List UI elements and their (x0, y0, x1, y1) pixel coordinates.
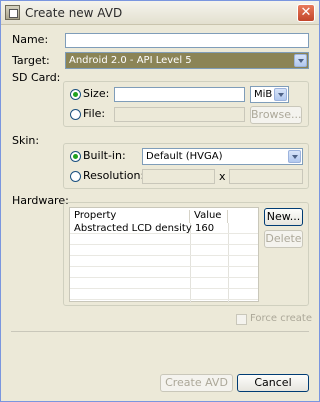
table-row (70, 256, 258, 267)
resolution-separator: x (219, 170, 226, 183)
hardware-table: Property Value Abstracted LCD density 16… (69, 207, 259, 303)
hardware-label: Hardware: (12, 194, 69, 207)
title-bar[interactable]: Create new AVD ✕ (1, 1, 319, 25)
table-row (70, 234, 258, 245)
window-title: Create new AVD (25, 6, 123, 20)
builtin-label: Built-in: (83, 149, 126, 162)
builtin-skin-value: Default (HVGA) (146, 151, 223, 162)
close-button[interactable]: ✕ (297, 4, 315, 22)
chevron-down-icon[interactable] (294, 54, 307, 67)
target-value: Android 2.0 - API Level 5 (69, 55, 192, 66)
row-property: Abstracted LCD density (74, 223, 192, 234)
close-icon: ✕ (300, 5, 312, 20)
file-label: File: (83, 107, 106, 120)
force-create-label: Force create (250, 313, 312, 324)
delete-hardware-button[interactable]: Delete (264, 230, 303, 248)
table-row[interactable]: Abstracted LCD density 160 (70, 223, 258, 234)
name-input[interactable] (65, 33, 309, 48)
create-avd-dialog: Create new AVD ✕ Name: Target: Android 2… (0, 0, 320, 402)
table-row (70, 245, 258, 256)
resolution-radio[interactable] (70, 171, 81, 182)
file-radio[interactable] (70, 109, 81, 120)
sdcard-label: SD Card: (12, 71, 61, 84)
resolution-label: Resolution: (83, 169, 145, 182)
size-unit-value: MiB (254, 89, 273, 100)
size-input[interactable] (114, 87, 245, 102)
target-select[interactable]: Android 2.0 - API Level 5 (65, 52, 309, 69)
table-row (70, 278, 258, 289)
builtin-radio[interactable] (70, 151, 81, 162)
name-label: Name: (12, 33, 49, 46)
cancel-button[interactable]: Cancel (237, 374, 309, 392)
window-icon (5, 5, 20, 20)
resolution-height-input[interactable] (229, 169, 303, 184)
skin-label: Skin: (12, 134, 40, 147)
size-radio[interactable] (70, 89, 81, 100)
force-create-checkbox[interactable] (236, 314, 247, 325)
resolution-width-input[interactable] (142, 169, 215, 184)
create-avd-button[interactable]: Create AVD (160, 374, 233, 392)
chevron-down-icon[interactable] (274, 88, 287, 101)
column-header-property[interactable]: Property (70, 210, 190, 223)
size-unit-select[interactable]: MiB (250, 86, 289, 103)
table-row (70, 289, 258, 300)
new-hardware-button[interactable]: New... (264, 208, 303, 226)
target-label: Target: (12, 54, 50, 67)
file-input[interactable] (114, 107, 245, 122)
browse-button[interactable]: Browse... (250, 106, 302, 124)
size-label: Size: (83, 87, 110, 100)
row-value: 160 (195, 223, 215, 234)
separator (11, 331, 309, 332)
column-header-value[interactable]: Value (190, 210, 228, 223)
builtin-skin-select[interactable]: Default (HVGA) (142, 148, 303, 165)
chevron-down-icon[interactable] (288, 150, 301, 163)
table-row (70, 267, 258, 278)
